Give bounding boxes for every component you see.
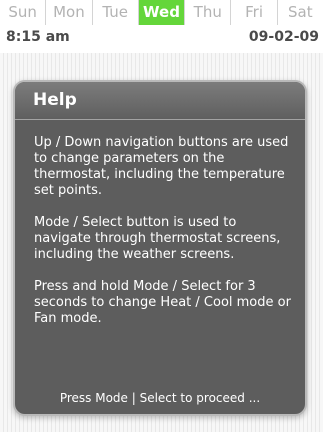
help-paragraph-mode-select: Mode / Select button is used to navigate… [34, 215, 281, 262]
proceed-prompt[interactable]: Press Mode | Select to proceed ... [15, 391, 305, 405]
day-tab-mon[interactable]: Mon [46, 0, 93, 25]
current-time: 8:15 am [6, 29, 70, 45]
day-selector: Sun Mon Tue Wed Thu Fri Sat [0, 0, 323, 26]
day-tab-tue[interactable]: Tue [93, 0, 139, 25]
status-row: 8:15 am 09-02-09 [0, 25, 323, 53]
day-tab-thu[interactable]: Thu [185, 0, 232, 25]
day-tab-sun[interactable]: Sun [0, 0, 47, 25]
help-paragraph-hold: Press and hold Mode / Select for 3 secon… [34, 279, 291, 326]
help-dialog: Help Up / Down navigation buttons are us… [13, 80, 307, 416]
current-date: 09-02-09 [248, 29, 319, 45]
day-tab-wed[interactable]: Wed [138, 0, 186, 25]
help-paragraph-navigation: Up / Down navigation buttons are used to… [34, 135, 289, 198]
help-body: Up / Down navigation buttons are used to… [15, 120, 305, 327]
help-title: Help [33, 90, 77, 110]
day-tab-fri[interactable]: Fri [231, 0, 278, 25]
day-tab-sat[interactable]: Sat [278, 0, 323, 25]
help-header: Help [15, 82, 305, 120]
